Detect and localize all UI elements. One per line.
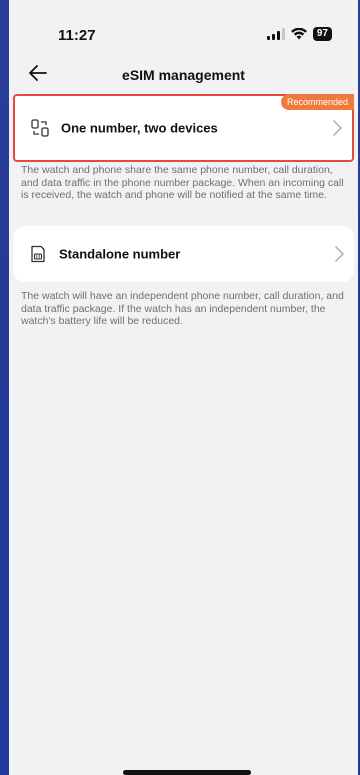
- option-label: Standalone number: [59, 246, 181, 262]
- phone-screen: 11:27 97 eSIM management Recommended One…: [9, 0, 358, 775]
- wifi-icon: [290, 28, 307, 40]
- multi-device-icon: [31, 119, 49, 137]
- status-icons: 97: [266, 27, 332, 41]
- chevron-right-icon: [333, 120, 342, 136]
- battery-icon: 97: [312, 27, 332, 41]
- chevron-right-icon: [335, 246, 344, 262]
- option-one-number-two-devices[interactable]: Recommended One number, two devices: [13, 94, 354, 162]
- status-bar: 11:27 97: [9, 0, 358, 60]
- nav-bar: eSIM management: [9, 60, 358, 90]
- option-description: The watch will have an independent phone…: [21, 290, 344, 327]
- option-standalone-number[interactable]: Standalone number: [13, 226, 354, 282]
- page-title: eSIM management: [122, 67, 245, 83]
- signal-icon: [266, 28, 285, 40]
- option-description: The watch and phone share the same phone…: [21, 164, 344, 201]
- sim-card-icon: [31, 245, 45, 263]
- status-time: 11:27: [58, 27, 96, 44]
- home-indicator[interactable]: [123, 770, 251, 775]
- recommended-badge: Recommended: [280, 94, 354, 110]
- option-label: One number, two devices: [61, 120, 218, 136]
